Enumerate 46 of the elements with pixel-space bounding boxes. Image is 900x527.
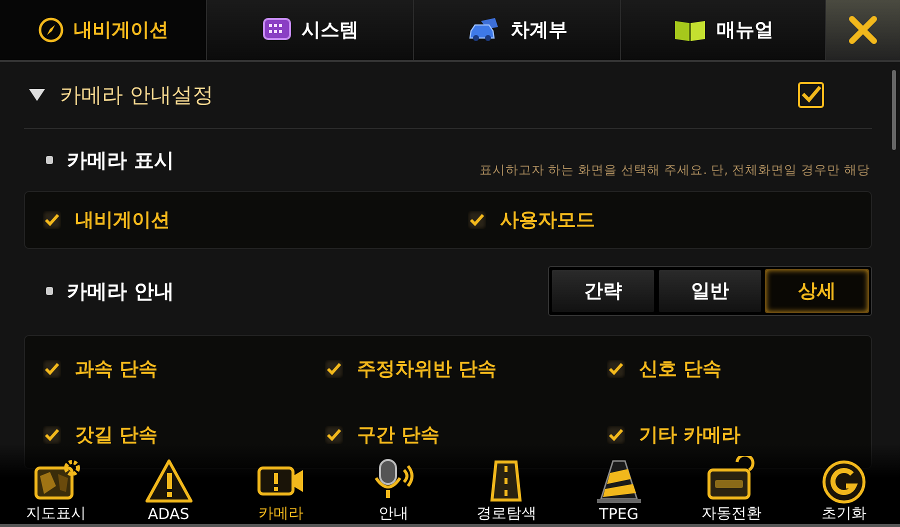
- subsection-title: 카메라 안내: [67, 278, 175, 304]
- segment-button[interactable]: 상세: [765, 269, 869, 313]
- checkbox[interactable]: [325, 360, 343, 378]
- dock-label[interactable]: TPEG: [599, 505, 638, 523]
- dock-label[interactable]: ADAS: [148, 505, 190, 523]
- dock-label[interactable]: 초기화: [821, 504, 866, 523]
- collapse-triangle-icon[interactable]: [28, 88, 46, 102]
- dock-label[interactable]: 경로탐색: [476, 504, 536, 523]
- checkbox[interactable]: [43, 360, 61, 378]
- checkbox[interactable]: [468, 211, 486, 229]
- checkbox[interactable]: [607, 360, 625, 378]
- checkbox[interactable]: [798, 82, 824, 108]
- book-icon: [672, 18, 706, 42]
- keypad-icon: [262, 17, 292, 43]
- tab[interactable]: 내비게이션: [0, 0, 207, 60]
- dock-label[interactable]: 안내: [378, 504, 409, 523]
- option-label: 기타 카메라: [639, 423, 741, 448]
- checkbox[interactable]: [607, 426, 625, 444]
- option-label: 신호 단속: [639, 357, 722, 382]
- warning-icon: [142, 457, 195, 505]
- close-icon[interactable]: [848, 15, 878, 45]
- section-title: 카메라 안내설정: [60, 82, 215, 109]
- tab[interactable]: 차계부: [414, 0, 621, 60]
- bullet-icon: [46, 287, 53, 295]
- checkbox[interactable]: [43, 211, 61, 229]
- checkbox[interactable]: [325, 426, 343, 444]
- option-label: 주정차위반 단속: [357, 357, 497, 382]
- dock-label[interactable]: 지도표시: [26, 504, 86, 523]
- segment-button[interactable]: 간략: [551, 269, 655, 313]
- compass-icon: [38, 17, 64, 43]
- option-label: 갓길 단속: [75, 423, 158, 448]
- tab[interactable]: 시스템: [207, 0, 414, 60]
- option-label: 구간 단속: [357, 423, 440, 448]
- segment-button[interactable]: 일반: [658, 269, 762, 313]
- tab[interactable]: 매뉴얼: [621, 0, 826, 60]
- car-icon: [466, 17, 500, 43]
- bullet-icon: [46, 156, 53, 164]
- option-label: 사용자모드: [500, 208, 595, 233]
- dock-label[interactable]: 자동전환: [701, 504, 762, 523]
- hint-text: 표시하고자 하는 화면을 선택해 주세요. 단, 전체화면일 경우만 해당: [479, 162, 870, 179]
- subsection-title: 카메라 표시: [67, 146, 175, 174]
- option-label: 내비게이션: [75, 208, 170, 233]
- dock-label[interactable]: 카메라: [258, 504, 304, 523]
- scrollbar[interactable]: [892, 70, 896, 150]
- checkbox[interactable]: [43, 426, 61, 444]
- option-label: 과속 단속: [75, 357, 158, 382]
